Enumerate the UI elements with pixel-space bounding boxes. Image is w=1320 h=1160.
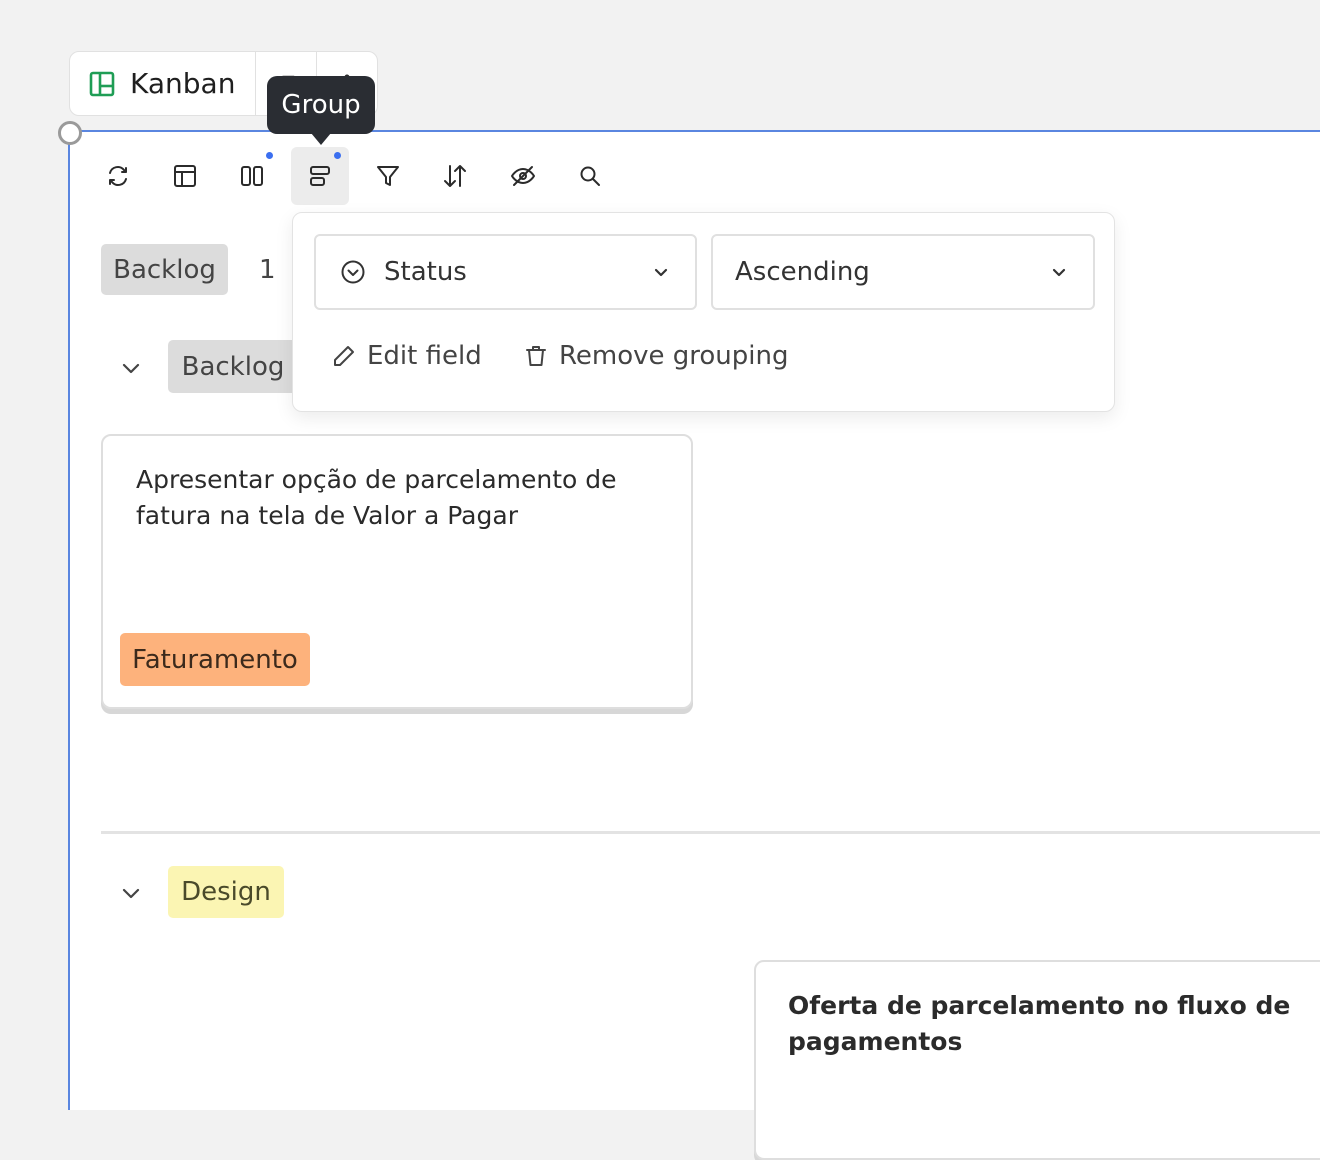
sort-icon [444, 165, 466, 187]
edit-field-label: Edit field [367, 341, 482, 371]
column-tag-backlog: Backlog [101, 244, 228, 295]
layout-icon [174, 165, 196, 187]
kanban-icon [89, 71, 115, 96]
kanban-card[interactable]: Apresentar opção de parcelamento de fatu… [101, 434, 693, 709]
group-order-select[interactable]: Ascending [711, 234, 1095, 310]
tooltip-text: Group [281, 90, 361, 120]
filter-icon [377, 166, 399, 186]
status-circle-check-icon [341, 260, 365, 284]
group-field-select[interactable]: Status [314, 234, 697, 310]
refresh-button[interactable] [89, 147, 147, 205]
columns-indicator-dot [266, 152, 273, 159]
group-divider [101, 831, 1320, 834]
group-order-value: Ascending [735, 257, 870, 287]
group-icon [310, 166, 330, 186]
refresh-icon [109, 166, 127, 186]
card-tag-label: Faturamento [132, 644, 298, 675]
view-tab-label: Kanban [130, 67, 236, 100]
resize-handle[interactable] [58, 121, 82, 145]
chevron-down-icon [1049, 262, 1069, 282]
group-popover: Status Ascending Edit field Remove group… [292, 212, 1115, 412]
card-title-line: pagamentos [788, 1027, 963, 1056]
edit-field-button[interactable]: Edit field [331, 341, 482, 371]
search-button[interactable] [561, 147, 619, 205]
kanban-card[interactable]: Oferta de parcelamento no fluxo de pagam… [754, 960, 1320, 1160]
layout-button[interactable] [156, 147, 214, 205]
sort-button[interactable] [426, 147, 484, 205]
hide-icon [511, 166, 535, 186]
group-tooltip: Group [267, 76, 375, 145]
column-count: 1 [259, 255, 276, 285]
chevron-down-icon [122, 888, 140, 899]
group-tag-backlog: Backlog [168, 340, 298, 393]
chevron-down-icon [122, 363, 140, 374]
filter-button[interactable] [359, 147, 417, 205]
trash-icon [526, 346, 546, 366]
pencil-icon [334, 346, 354, 366]
card-title-line: fatura na tela de Valor a Pagar [136, 501, 518, 530]
columns-icon [241, 166, 263, 186]
hide-fields-button[interactable] [494, 147, 552, 205]
group-field-value: Status [384, 257, 467, 287]
card-title-line: Apresentar opção de parcelamento de [136, 465, 617, 494]
remove-grouping-button[interactable]: Remove grouping [523, 341, 789, 371]
group-tag-label: Design [181, 877, 271, 907]
collapse-design-button[interactable] [119, 881, 143, 905]
column-tag-label: Backlog [113, 254, 216, 285]
card-tag-faturamento: Faturamento [120, 633, 310, 686]
search-icon [580, 166, 600, 186]
group-indicator-dot [334, 152, 341, 159]
group-tag-design: Design [168, 866, 284, 918]
collapse-backlog-button[interactable] [119, 356, 143, 380]
card-title-line: Oferta de parcelamento no fluxo de [788, 991, 1291, 1020]
group-tag-label: Backlog [181, 351, 285, 382]
kanban-view-button[interactable]: Kanban [70, 52, 257, 115]
chevron-down-icon [651, 262, 671, 282]
remove-grouping-label: Remove grouping [559, 341, 789, 371]
